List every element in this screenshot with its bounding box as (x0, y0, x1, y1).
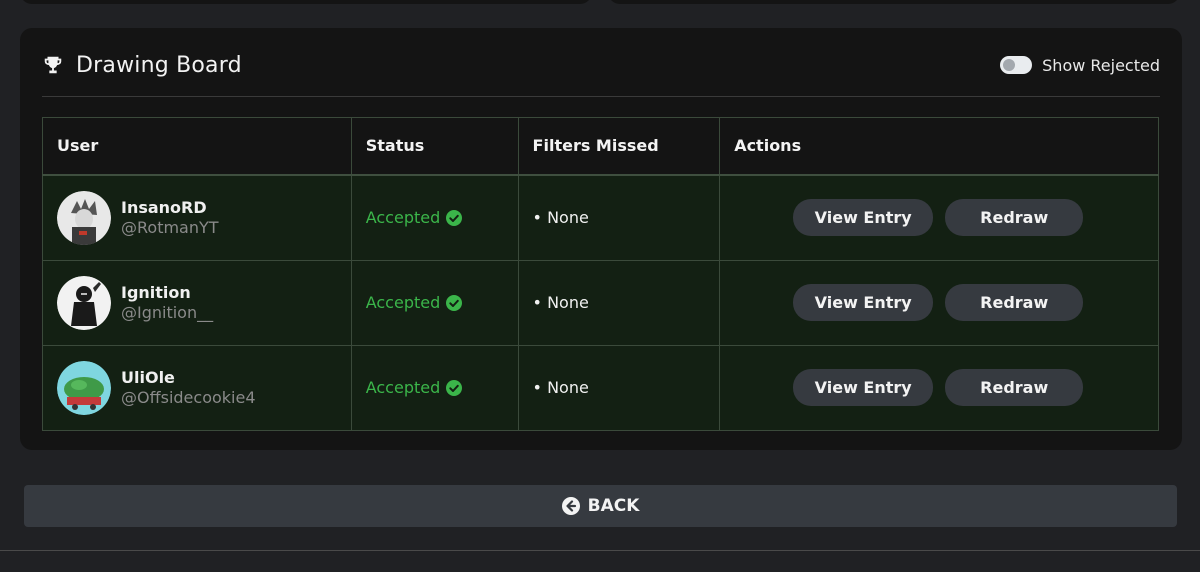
show-rejected-toggle[interactable] (1000, 56, 1033, 74)
table-row: InsanoRD @RotmanYT Accepted • None View … (42, 174, 1159, 261)
user-handle: @RotmanYT (121, 217, 219, 237)
user-handle: @Ignition__ (121, 302, 214, 322)
table-header-row: User Status Filters Missed Actions (42, 117, 1159, 176)
trophy-icon (44, 56, 62, 74)
status-text: Accepted (365, 293, 441, 312)
user-cell: Ignition @Ignition__ (43, 275, 351, 330)
status-cell: Accepted (352, 346, 518, 430)
view-entry-button[interactable]: View Entry (793, 284, 934, 321)
drawing-board-panel: Drawing Board Show Rejected User Status … (20, 28, 1182, 450)
avatar[interactable] (57, 190, 111, 245)
status-cell: Accepted (352, 176, 518, 260)
show-rejected-control: Show Rejected (1000, 56, 1160, 75)
status-text: Accepted (365, 378, 441, 397)
actions-cell: View Entry Redraw (720, 176, 1158, 260)
user-names: InsanoRD @RotmanYT (121, 198, 219, 238)
check-circle-icon (446, 379, 463, 396)
user-display-name: Ignition (121, 282, 191, 302)
redraw-button[interactable]: Redraw (945, 284, 1084, 321)
back-button[interactable]: BACK (24, 485, 1177, 527)
panel-title: Drawing Board (76, 52, 242, 78)
column-header-actions: Actions (719, 117, 1159, 176)
entries-table: User Status Filters Missed Actions Insan… (42, 117, 1159, 431)
user-display-name: InsanoRD (121, 197, 207, 217)
arrow-left-circle-icon (561, 497, 580, 515)
view-entry-button[interactable]: View Entry (793, 199, 934, 236)
show-rejected-label: Show Rejected (1042, 55, 1160, 75)
user-names: Ignition @Ignition__ (121, 283, 213, 323)
column-header-user: User (42, 117, 352, 176)
top-card-right (608, 0, 1180, 4)
user-cell: InsanoRD @RotmanYT (43, 190, 351, 245)
panel-header: Drawing Board Show Rejected (42, 50, 1160, 80)
redraw-button[interactable]: Redraw (945, 369, 1084, 406)
bottom-divider (0, 550, 1200, 551)
avatar[interactable] (57, 275, 111, 330)
table-row: UliOle @Offsidecookie4 Accepted • None V… (42, 344, 1159, 431)
header-divider (42, 96, 1160, 97)
check-circle-icon (446, 209, 463, 226)
toggle-knob (1003, 59, 1016, 71)
column-header-status: Status (350, 117, 519, 176)
status-text: Accepted (365, 208, 441, 227)
table-row: Ignition @Ignition__ Accepted • None Vie… (42, 259, 1159, 346)
top-card-left (20, 0, 592, 4)
title-wrap: Drawing Board (42, 53, 242, 78)
actions-cell: View Entry Redraw (720, 346, 1158, 430)
column-header-filters-missed: Filters Missed (517, 117, 721, 176)
user-names: UliOle @Offsidecookie4 (121, 368, 256, 408)
back-label: BACK (587, 496, 640, 516)
user-display-name: UliOle (121, 367, 175, 387)
user-cell: UliOle @Offsidecookie4 (43, 360, 351, 415)
user-handle: @Offsidecookie4 (121, 387, 256, 407)
actions-cell: View Entry Redraw (720, 261, 1158, 345)
status-cell: Accepted (352, 261, 518, 345)
filters-missed-cell: • None (517, 259, 721, 346)
check-circle-icon (446, 294, 463, 311)
avatar[interactable] (57, 360, 111, 415)
view-entry-button[interactable]: View Entry (793, 369, 934, 406)
redraw-button[interactable]: Redraw (945, 199, 1084, 236)
filters-missed-cell: • None (517, 344, 721, 431)
filters-missed-cell: • None (517, 174, 721, 261)
